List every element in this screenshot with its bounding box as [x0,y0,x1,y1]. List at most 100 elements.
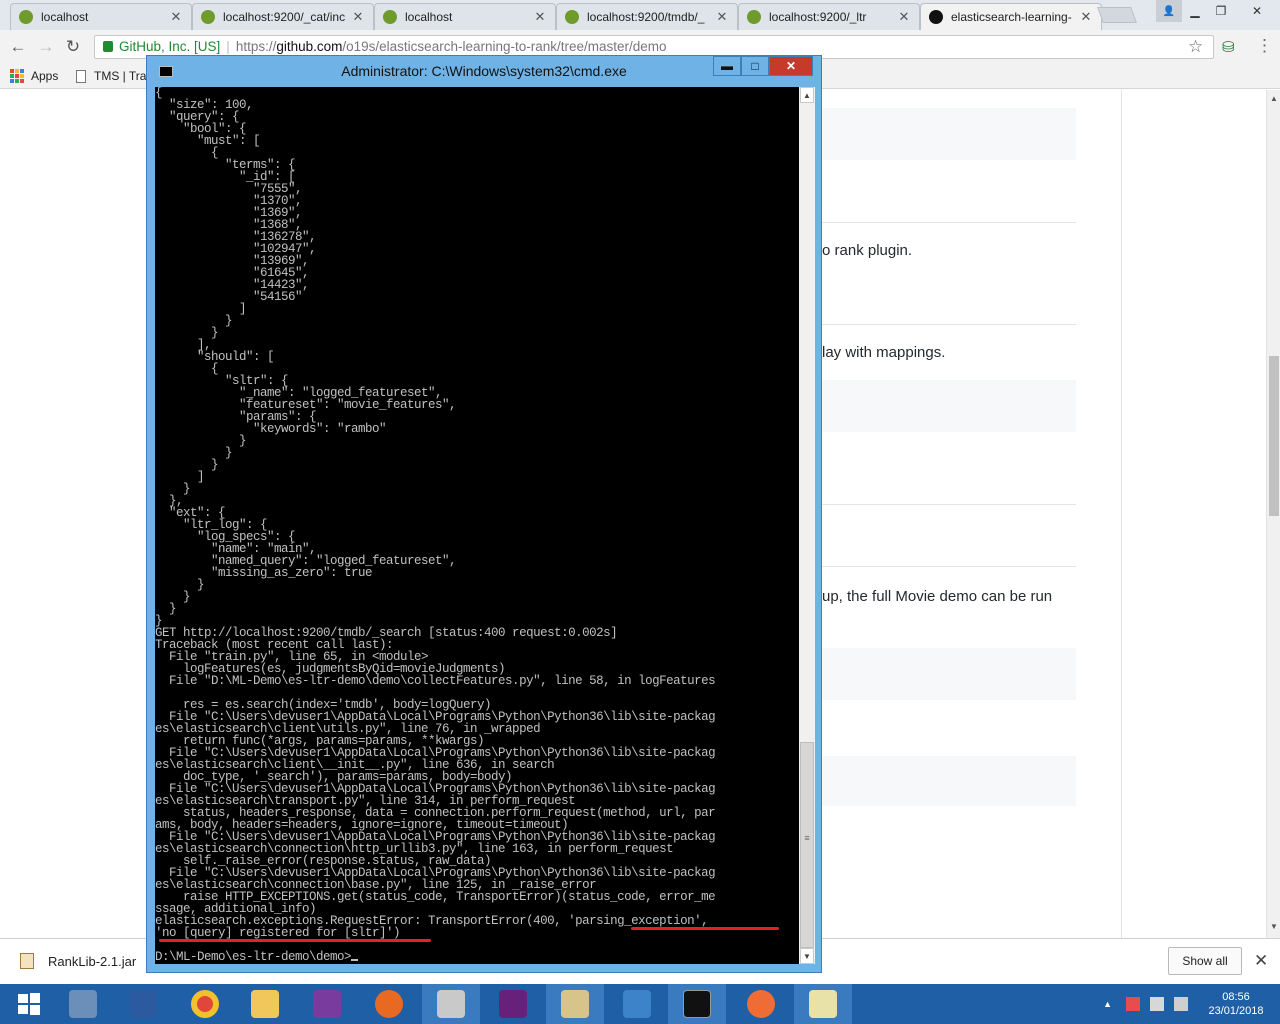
taskbar-chrome[interactable] [176,984,234,1024]
cmd-maximize-button[interactable]: □ [741,56,769,76]
red-annotation-underline [159,939,431,942]
jar-file-icon [20,953,34,969]
taskbar-remote-desktop[interactable] [608,984,666,1024]
taskbar-file-explorer[interactable] [236,984,294,1024]
clock-time: 08:56 [1222,991,1250,1003]
page-text: o rank plugin. [822,242,913,259]
tab-close-icon[interactable]: ✕ [533,9,547,25]
tab-close-icon[interactable]: ✕ [897,9,911,25]
bookmark-label: Apps [31,69,59,83]
browser-tab-strip: localhost ✕ localhost:9200/_cat/inc ✕ lo… [0,0,1280,30]
taskbar-onenote[interactable] [298,984,356,1024]
minimize-icon[interactable]: ▁ [1182,0,1208,22]
scroll-up-icon[interactable]: ▲ [800,87,814,103]
new-tab-button[interactable] [1097,7,1137,23]
url-host: github.com [276,39,343,54]
back-arrow-icon[interactable]: ← [8,37,28,57]
taskbar-tools[interactable] [546,984,604,1024]
show-all-button[interactable]: Show all [1168,947,1242,975]
tab-tmdb[interactable]: localhost:9200/tmdb/_ ✕ [556,3,738,30]
tab-localhost-1[interactable]: localhost ✕ [10,3,192,30]
close-icon[interactable]: ✕ [1234,0,1280,22]
cmd-close-button[interactable]: ✕ [769,56,813,76]
divider [822,566,1076,567]
server-manager-icon [69,990,97,1018]
taskbar-server-manager[interactable] [54,984,112,1024]
tab-close-icon[interactable]: ✕ [715,9,729,25]
close-icon[interactable]: ✕ [1254,951,1268,971]
desktop: localhost ✕ localhost:9200/_cat/inc ✕ lo… [0,0,1280,1024]
tab-title: localhost:9200/_ltr [769,10,867,24]
postman-icon [747,990,775,1018]
tab-github-active[interactable]: elasticsearch-learning- ✕ [920,3,1102,30]
cmd-title-bar[interactable]: Administrator: C:\Windows\system32\cmd.e… [147,56,821,87]
tab-ltr[interactable]: localhost:9200/_ltr ✕ [738,3,920,30]
reload-icon[interactable]: ↻ [63,37,83,57]
address-separator: | [226,39,230,54]
restore-icon[interactable]: ❐ [1208,0,1234,22]
secure-origin-label: GitHub, Inc. [US] [119,39,221,54]
divider [822,504,1076,505]
elasticsearch-favicon-icon [201,10,215,24]
windows-logo-icon [18,993,40,1015]
tab-title: localhost:9200/tmdb/_ [587,10,705,24]
bookmark-star-icon[interactable]: ☆ [1188,37,1203,57]
user-profile-icon[interactable]: 👤 [1156,0,1182,22]
cmd-scrollbar[interactable]: ▲ ≡ ▼ [799,87,815,964]
scroll-down-icon[interactable]: ▼ [1270,922,1278,931]
network-icon[interactable] [1150,997,1164,1011]
tab-localhost-2[interactable]: localhost ✕ [374,3,556,30]
taskbar-clock[interactable]: 08:56 23/01/2018 [1198,990,1274,1018]
cmd-minimize-button[interactable]: ▬ [713,56,741,76]
github-favicon-icon [929,10,943,24]
tray-expand-icon[interactable]: ▲ [1103,999,1112,1009]
command-prompt-icon [683,990,711,1018]
start-button[interactable] [0,984,58,1024]
tab-close-icon[interactable]: ✕ [1079,9,1093,25]
red-annotation-underline [631,927,779,930]
page-text: up, the full Movie demo can be run [822,588,1053,605]
download-item[interactable]: RankLib-2.1.jar [20,953,136,969]
volume-muted-icon[interactable] [1174,997,1188,1011]
url-path: /o19s/elasticsearch-learning-to-rank/tre… [342,39,667,54]
page-scrollbar[interactable]: ▲ ▼ [1266,90,1280,938]
forward-arrow-icon[interactable]: → [36,37,56,57]
bookmark-tms[interactable]: TMS | Tra [76,69,146,83]
code-block [822,108,1076,160]
system-tray: ▲ 08:56 23/01/2018 [1103,984,1280,1024]
page-border [1121,90,1122,938]
apps-grid-icon [10,69,24,83]
divider [822,222,1076,223]
scroll-down-icon[interactable]: ▼ [800,948,814,964]
scroll-up-icon[interactable]: ▲ [1270,94,1278,103]
visual-studio-icon [499,990,527,1018]
taskbar-notepad-chart[interactable] [794,984,852,1024]
tab-title: localhost [41,10,89,24]
cmd-window: Administrator: C:\Windows\system32\cmd.e… [146,55,822,973]
cmd-scroll-thumb[interactable]: ≡ [800,742,814,948]
tab-cat-indices[interactable]: localhost:9200/_cat/inc ✕ [192,3,374,30]
tab-close-icon[interactable]: ✕ [169,9,183,25]
security-alert-icon[interactable] [1126,997,1140,1011]
console-text: { "size": 100, "query": { "bool": { "mus… [155,87,799,963]
lock-icon [103,41,113,52]
taskbar-ssms[interactable] [422,984,480,1024]
console-output: { "size": 100, "query": { "bool": { "mus… [155,87,716,964]
elasticsearch-favicon-icon [19,10,33,24]
browser-menu-icon[interactable]: ⋮ [1256,36,1273,56]
bookmark-apps[interactable]: Apps [10,69,58,83]
page-scroll-thumb[interactable] [1269,356,1279,516]
code-block [822,380,1076,432]
taskbar-firefox[interactable] [360,984,418,1024]
extension-icon[interactable]: ⛁ [1222,38,1235,56]
console-output-area[interactable]: { "size": 100, "query": { "bool": { "mus… [155,87,799,964]
taskbar-visual-studio[interactable] [484,984,542,1024]
elasticsearch-favicon-icon [383,10,397,24]
taskbar-powershell[interactable] [114,984,172,1024]
code-block [822,648,1076,700]
taskbar-command-prompt[interactable] [668,984,726,1024]
taskbar-postman[interactable] [732,984,790,1024]
powershell-icon [129,990,157,1018]
tab-close-icon[interactable]: ✕ [351,9,365,25]
url-scheme: https:// [235,39,277,54]
